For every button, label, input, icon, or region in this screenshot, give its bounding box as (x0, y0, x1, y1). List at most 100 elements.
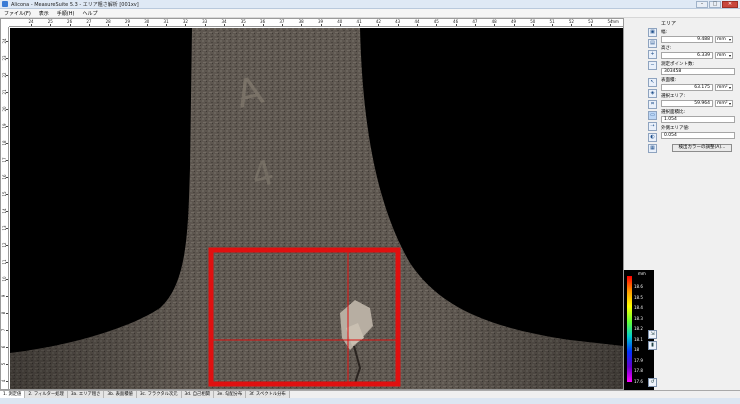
color-scale-label: 18 (634, 347, 640, 352)
ruler-tick (6, 228, 8, 229)
color-scale-label: 17.9 (634, 357, 643, 363)
ruler-tick (397, 24, 399, 26)
ruler-tick (185, 24, 187, 26)
points-field[interactable]: 303458 (661, 68, 735, 75)
width-unit-select[interactable]: mm (715, 36, 733, 43)
slider-icon[interactable]: ▮ (648, 341, 657, 350)
crop-icon[interactable]: ⌗ (648, 100, 657, 109)
ruler-tick (224, 24, 225, 26)
selected-area-field[interactable]: 59.964 (661, 100, 713, 107)
ruler-tick (378, 24, 380, 26)
area-ratio-field[interactable]: 1.054 (661, 116, 735, 123)
color-icon[interactable]: ◐ (648, 133, 657, 142)
ruler-tick (513, 24, 515, 26)
image-viewer[interactable]: 24 25 26 27 28 29 30 31 32 33 34 35 36 37 38 39 40 41 42 43… (0, 18, 624, 390)
ruler-tick (6, 109, 8, 110)
ruler-tick (6, 279, 8, 280)
ruler-tick (204, 24, 206, 26)
ruler-tick (6, 41, 8, 42)
fit-view-icon[interactable]: ⇲ (648, 330, 657, 339)
ruler-tick (474, 24, 476, 26)
ruler-tick (108, 24, 110, 26)
status-bar (0, 398, 740, 404)
selected-area-unit[interactable]: mm² (715, 100, 733, 107)
close-button[interactable]: ✕ (722, 1, 738, 8)
ruler-tick (31, 24, 32, 26)
color-scale-label: 18.1 (634, 336, 643, 342)
ruler-tick (127, 24, 129, 26)
surface-area-field[interactable]: 63.175 (661, 84, 713, 91)
color-scale-label: 18.6 (634, 284, 643, 289)
zoom-in-icon[interactable]: + (648, 50, 657, 59)
ruler-tick (6, 126, 8, 127)
color-scale-label: 18.4 (634, 305, 643, 310)
menu-view[interactable]: 表示 (35, 10, 53, 17)
color-scale-label: 18.2 (634, 326, 643, 331)
ruler-tick (6, 245, 8, 246)
surface-area-unit[interactable]: mm² (715, 84, 733, 91)
ruler-tick (6, 58, 8, 59)
panel-section-title: エリア (661, 21, 677, 27)
app-icon (2, 1, 8, 7)
ruler-tick (6, 143, 8, 144)
height-label: 高さ: (661, 46, 672, 51)
ruler-left: 24 23 22 21 20 19 18 17 16 15 14 13 12 11 10 9 8 7 6 5 4 (1, 27, 9, 389)
select-icon[interactable]: ◈ (648, 89, 657, 98)
ruler-tick (166, 24, 168, 26)
color-scale-label: 18.3 (634, 315, 643, 321)
surface-render: A 4 (10, 28, 623, 389)
ruler-tick (571, 24, 573, 26)
view-buttons: ⇲ ▮ ↺ (648, 330, 658, 387)
ruler-tick (6, 296, 8, 297)
maximize-button[interactable]: □ (709, 1, 721, 8)
window-title: Alicona - MeasureSuite 5.3 - エリア粗さ解析 [00… (11, 1, 139, 8)
menu-procedure[interactable]: 手順(H) (53, 10, 79, 17)
ruler-tick (436, 24, 438, 26)
image-icon[interactable]: ▤ (648, 39, 657, 48)
ruler-tick (6, 364, 8, 365)
ruler-unit: mm (611, 19, 619, 24)
menu-file[interactable]: ファイル(F) (0, 10, 35, 17)
width-field[interactable]: 9.488 (661, 36, 713, 43)
grid-icon[interactable]: ▦ (648, 144, 657, 153)
menu-help[interactable]: ヘルプ (78, 10, 101, 17)
outer-area-field[interactable]: 0.054 (661, 132, 735, 139)
surface-image[interactable]: A 4 (10, 28, 623, 389)
ruler-tick (320, 24, 322, 26)
ruler-tick (69, 24, 71, 26)
height-unit-select[interactable]: mm (715, 52, 733, 59)
ruler-tick (6, 75, 8, 76)
ruler-tick (494, 24, 496, 26)
ruler-top: 24 25 26 27 28 29 30 31 32 33 34 35 36 37 38 39 40 41 42 43… (9, 19, 623, 27)
ruler-tick (146, 24, 148, 26)
cube-view-icon[interactable]: ▣ (648, 28, 657, 37)
color-scale-label: 17.6 (634, 378, 643, 384)
ruler-tick (417, 24, 418, 26)
ruler-tick (532, 24, 534, 26)
ruler-tick (6, 313, 8, 314)
reset-view-icon[interactable]: ↺ (648, 378, 657, 387)
minimize-button[interactable]: – (696, 1, 708, 8)
ruler-tick (6, 262, 8, 263)
ruler-tick (50, 24, 52, 26)
ruler-tick (552, 24, 554, 26)
surface-area-label: 表面積: (661, 78, 677, 83)
ruler-tick (6, 194, 8, 195)
ruler-tick (6, 211, 8, 212)
ruler-tick (6, 381, 8, 382)
measure-icon[interactable]: ⇢ (648, 122, 657, 131)
ruler-tick (88, 24, 90, 26)
tool-strip: ▣ ▤ + − ↖ ◈ ⌗ ▭ ⇢ ◐ ▦ (648, 28, 658, 153)
zoom-out-icon[interactable]: − (648, 61, 657, 70)
adjust-color-button[interactable]: 検出カラーの調整(A)... (672, 144, 732, 152)
properties-panel: エリア 幅: 9.488 mm 高さ: 6.339 mm 測定ポイント数: 30… (660, 19, 738, 164)
pointer-icon[interactable]: ↖ (648, 78, 657, 87)
window-controls: – □ ✕ (696, 1, 738, 8)
menu-bar: ファイル(F) 表示 手順(H) ヘルプ (0, 9, 740, 18)
ruler-tick (6, 92, 8, 93)
ruler-tick (6, 177, 8, 178)
title-bar: Alicona - MeasureSuite 5.3 - エリア粗さ解析 [00… (0, 0, 740, 9)
rect-select-icon[interactable]: ▭ (648, 111, 657, 120)
height-field[interactable]: 6.339 (661, 52, 713, 59)
color-gradient (627, 276, 632, 382)
